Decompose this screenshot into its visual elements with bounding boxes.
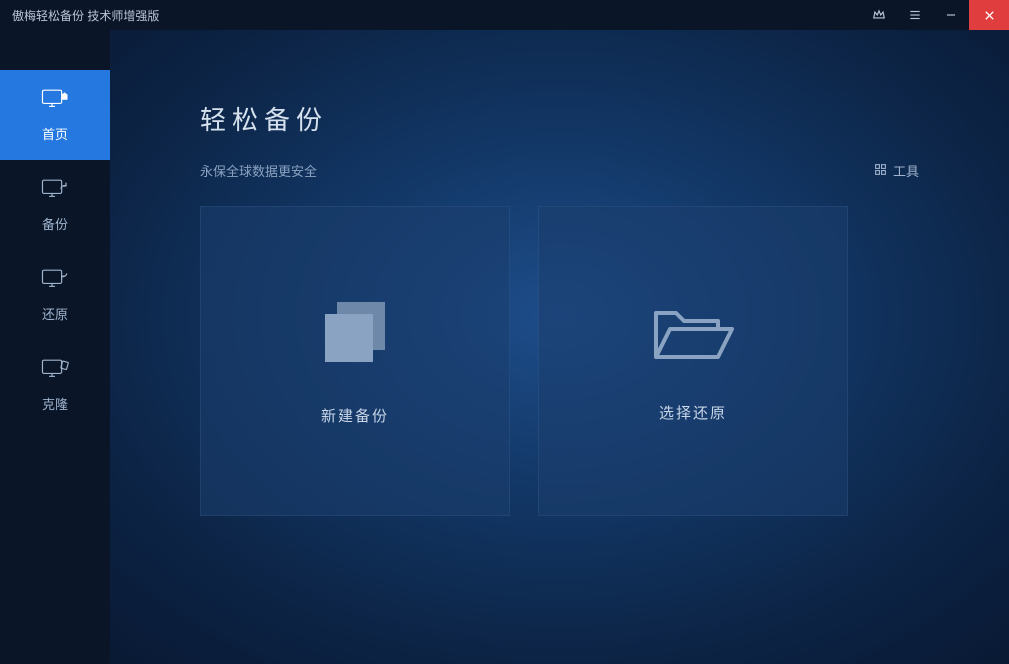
page-subtitle: 永保全球数据更安全 (200, 161, 874, 180)
crown-icon (872, 8, 886, 22)
close-icon (982, 8, 997, 23)
sidebar-item-home[interactable]: 首页 (0, 70, 110, 160)
card-label: 新建备份 (321, 405, 389, 426)
sidebar-item-backup[interactable]: 备份 (0, 160, 110, 250)
folder-open-icon (648, 299, 738, 374)
sidebar-item-clone[interactable]: 克隆 (0, 340, 110, 430)
sidebar: 首页 备份 还原 (0, 30, 110, 664)
titlebar: 傲梅轻松备份 技术师增强版 (0, 0, 1009, 30)
menu-icon (908, 8, 922, 22)
sidebar-item-label: 首页 (42, 124, 68, 143)
clone-icon (41, 357, 69, 384)
tools-link[interactable]: 工具 (874, 161, 919, 180)
card-restore[interactable]: 选择还原 (538, 206, 848, 516)
sidebar-item-restore[interactable]: 还原 (0, 250, 110, 340)
app-title: 傲梅轻松备份 技术师增强版 (12, 7, 159, 24)
main-content: 轻松备份 永保全球数据更安全 工具 (110, 30, 1009, 664)
crown-button[interactable] (861, 0, 897, 30)
menu-button[interactable] (897, 0, 933, 30)
sidebar-item-label: 备份 (42, 214, 68, 233)
card-label: 选择还原 (659, 402, 727, 423)
page-title: 轻松备份 (200, 100, 919, 137)
minimize-button[interactable] (933, 0, 969, 30)
sidebar-item-label: 克隆 (42, 394, 68, 413)
backup-icon (41, 177, 69, 204)
tools-label: 工具 (893, 161, 919, 180)
restore-icon (41, 267, 69, 294)
close-button[interactable] (969, 0, 1009, 30)
minimize-icon (944, 8, 958, 22)
grid-icon (874, 163, 887, 179)
stack-icon (313, 296, 397, 377)
sidebar-item-label: 还原 (42, 304, 68, 323)
home-icon (41, 87, 69, 114)
card-new-backup[interactable]: 新建备份 (200, 206, 510, 516)
